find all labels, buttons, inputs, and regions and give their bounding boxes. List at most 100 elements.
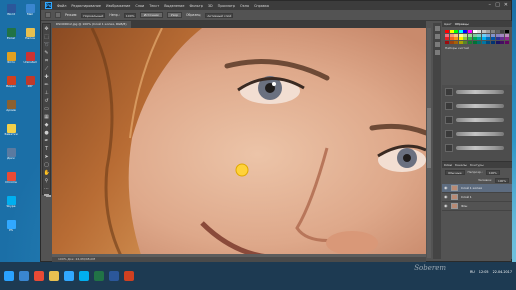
- crop-tool-icon[interactable]: ⌗: [44, 58, 50, 64]
- taskbar-app-button[interactable]: [109, 271, 119, 281]
- menu-file[interactable]: Файл: [57, 4, 66, 8]
- color-swatch[interactable]: [472, 30, 477, 33]
- menu-image[interactable]: Изображение: [106, 4, 130, 8]
- color-swatch[interactable]: [472, 37, 477, 41]
- color-swatch[interactable]: [467, 37, 472, 41]
- color-swatch[interactable]: [449, 33, 454, 37]
- marquee-tool-icon[interactable]: ⬚: [44, 34, 50, 40]
- color-swatch[interactable]: [495, 30, 500, 33]
- desktop-icon[interactable]: Фото: [2, 52, 20, 74]
- color-swatch[interactable]: [463, 33, 468, 37]
- document-tab[interactable]: DSC06612.jpg @ 100% (Слой 1 копия, RGB/8…: [52, 21, 131, 28]
- color-swatch[interactable]: [445, 40, 449, 44]
- opacity-field[interactable]: 100%: [123, 12, 136, 18]
- brush-preset-row[interactable]: [442, 99, 512, 113]
- brush-settings-panel-icon[interactable]: [434, 50, 440, 55]
- color-swatch[interactable]: [500, 40, 505, 44]
- visibility-eye-icon[interactable]: ◉: [444, 204, 448, 208]
- color-swatch[interactable]: [449, 37, 454, 41]
- desktop-icon[interactable]: Chrome: [2, 172, 20, 194]
- source-button[interactable]: Источник: [139, 12, 163, 18]
- taskbar-app-button[interactable]: [49, 271, 59, 281]
- gradient-tool-icon[interactable]: ▦: [44, 114, 50, 120]
- brush-preset-row[interactable]: [442, 113, 512, 127]
- desktop-icon[interactable]: Папка: [21, 28, 39, 50]
- taskbar-app-button[interactable]: [124, 271, 134, 281]
- desktop-icon[interactable]: Mail: [21, 4, 39, 26]
- color-swatch[interactable]: [458, 40, 463, 44]
- color-swatch[interactable]: [500, 30, 505, 33]
- color-swatch[interactable]: [445, 30, 449, 33]
- more-tools-icon[interactable]: ⋯: [44, 186, 50, 192]
- layer-row[interactable]: ◉ Слой 1: [442, 193, 512, 202]
- menu-edit[interactable]: Редактирование: [71, 4, 101, 8]
- color-swatch[interactable]: [467, 40, 472, 44]
- mode-select[interactable]: Нормальный: [81, 12, 106, 18]
- color-swatch[interactable]: [481, 40, 486, 44]
- menu-3d[interactable]: 3D: [208, 4, 213, 8]
- desktop-icon[interactable]: Excel: [2, 28, 20, 50]
- menu-filter[interactable]: Фильтр: [189, 4, 202, 8]
- desktop-icon[interactable]: Архив: [2, 100, 20, 122]
- color-swatch[interactable]: [486, 33, 491, 37]
- color-swatch[interactable]: [490, 37, 495, 41]
- brush-preset-row[interactable]: [442, 85, 512, 99]
- color-swatch[interactable]: [486, 40, 491, 44]
- color-swatch[interactable]: [504, 40, 509, 44]
- color-swatch[interactable]: [445, 37, 449, 41]
- color-swatch[interactable]: [445, 33, 449, 37]
- color-swatch[interactable]: [467, 30, 472, 33]
- quick-select-tool-icon[interactable]: ✎: [44, 50, 50, 56]
- clock-time[interactable]: 12:05: [479, 270, 489, 274]
- dodge-tool-icon[interactable]: ●: [44, 130, 50, 136]
- color-swatch[interactable]: [458, 30, 463, 33]
- desktop-icon[interactable]: PS: [2, 220, 20, 242]
- color-swatch[interactable]: [463, 37, 468, 41]
- color-swatch[interactable]: [500, 33, 505, 37]
- taskbar-app-button[interactable]: [64, 271, 74, 281]
- color-swatch[interactable]: [481, 33, 486, 37]
- menu-help[interactable]: Справка: [254, 4, 269, 8]
- brush-preset-row[interactable]: [442, 141, 512, 155]
- image-canvas[interactable]: [52, 28, 426, 258]
- color-swatch[interactable]: [495, 40, 500, 44]
- menu-view[interactable]: Просмотр: [218, 4, 235, 8]
- visibility-eye-icon[interactable]: ◉: [444, 195, 448, 199]
- menu-type[interactable]: Текст: [149, 4, 159, 8]
- color-swatch[interactable]: [463, 30, 468, 33]
- color-swatch[interactable]: [477, 40, 482, 44]
- history-brush-tool-icon[interactable]: ↺: [44, 98, 50, 104]
- color-swatch[interactable]: [490, 30, 495, 33]
- color-swatch[interactable]: [486, 30, 491, 33]
- start-button[interactable]: [4, 271, 14, 281]
- hand-tool-icon[interactable]: ✋: [44, 170, 50, 176]
- tab-channels[interactable]: Каналы: [455, 163, 467, 167]
- color-swatch[interactable]: [490, 40, 495, 44]
- taskbar-app-button[interactable]: [34, 271, 44, 281]
- visibility-eye-icon[interactable]: ◉: [444, 186, 448, 190]
- color-swatch[interactable]: [467, 33, 472, 37]
- sample-select[interactable]: Активный слой: [205, 12, 234, 18]
- tab-paths[interactable]: Контуры: [470, 163, 484, 167]
- desktop-icon[interactable]: Заметки: [2, 124, 20, 146]
- color-swatch[interactable]: [500, 37, 505, 41]
- layer-row[interactable]: ◉ Слой 1 копия: [442, 184, 512, 193]
- path-select-tool-icon[interactable]: ➤: [44, 154, 50, 160]
- layer-row[interactable]: ◉ Фон: [442, 202, 512, 211]
- menu-layers[interactable]: Слои: [135, 4, 144, 8]
- color-swatch[interactable]: [477, 37, 482, 41]
- blur-tool-icon[interactable]: ◆: [44, 122, 50, 128]
- taskbar-app-button[interactable]: [79, 271, 89, 281]
- color-swatch[interactable]: [486, 37, 491, 41]
- color-swatch[interactable]: [481, 37, 486, 41]
- color-swatch[interactable]: [458, 33, 463, 37]
- move-tool-icon[interactable]: ✥: [44, 26, 50, 32]
- blend-mode-select[interactable]: Обычные: [445, 169, 465, 175]
- brush-preset-row[interactable]: [442, 127, 512, 141]
- vertical-scrollbar[interactable]: [427, 28, 431, 258]
- pattern-button[interactable]: Узор: [166, 12, 183, 18]
- menu-window[interactable]: Окно: [240, 4, 249, 8]
- desktop-icon[interactable]: Skype: [2, 196, 20, 218]
- color-swatch[interactable]: [449, 40, 454, 44]
- fill-field[interactable]: 100%: [495, 177, 509, 183]
